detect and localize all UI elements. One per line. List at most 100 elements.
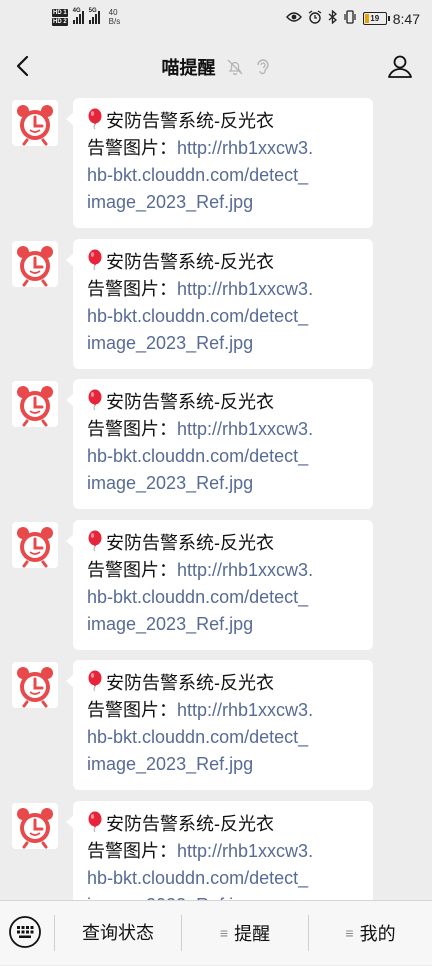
net-speed-value: 40 — [108, 8, 118, 17]
message-line-2: 告警图片：http://rhb1xxcw3. — [87, 838, 359, 865]
menu-lines-icon: ≡ — [219, 925, 229, 941]
image-link-continued[interactable]: image_2023_Ref.jpg — [87, 751, 359, 778]
alarm-clock-avatar-icon[interactable] — [12, 662, 58, 708]
message-line-1: 安防告警系统-反光衣 — [87, 249, 359, 276]
message-line-2: 告警图片：http://rhb1xxcw3. — [87, 135, 359, 162]
menu-mine-label: 我的 — [359, 924, 396, 944]
alarm-clock-avatar-icon[interactable] — [12, 521, 58, 568]
message-prefix: 安防告警系统-反光衣 — [106, 111, 274, 131]
bell-off-icon — [226, 58, 244, 81]
message-item: 安防告警系统-反光衣 告警图片：http://rhb1xxcw3. hb-bkt.c… — [0, 94, 432, 228]
bluetooth-icon — [328, 9, 337, 27]
image-link-continued[interactable]: image_2023_Ref.jpg — [87, 330, 359, 357]
image-link-continued[interactable]: hb-bkt.clouddn.com/detect_ — [87, 162, 359, 189]
message-line-1: 安防告警系统-反光衣 — [87, 670, 359, 697]
message-line-2: 告警图片：http://rhb1xxcw3. — [87, 697, 359, 724]
menu-mine[interactable]: ≡ 我的 — [309, 901, 432, 965]
signal-1-icon: 4G — [72, 8, 84, 24]
balloon-icon — [87, 811, 103, 833]
message-prefix: 安防告警系统-反光衣 — [106, 813, 274, 834]
message-bubble[interactable]: 安防告警系统-反光衣 告警图片：http://rhb1xxcw3. hb-bkt.c… — [66, 379, 373, 509]
hd2-badge: HD 2 — [52, 17, 68, 26]
message-prefix: 安防告警系统-反光衣 — [106, 673, 274, 693]
message-label: 告警图片： — [87, 419, 177, 439]
message-label: 告警图片： — [87, 559, 177, 580]
image-link-continued[interactable]: hb-bkt.clouddn.com/detect_ — [87, 584, 359, 611]
alarm-clock-avatar-icon[interactable] — [12, 381, 58, 427]
menu-query-status[interactable]: 查询状态 — [55, 901, 181, 965]
message-label: 告警图片： — [87, 840, 177, 861]
keyboard-button[interactable] — [8, 915, 42, 949]
message-line-2: 告警图片：http://rhb1xxcw3. — [87, 557, 359, 584]
image-link[interactable]: http://rhb1xxcw3. — [177, 138, 313, 158]
page-title: 喵提醒 — [161, 58, 216, 78]
message-item: 安防告警系统-反光衣 告警图片：http://rhb1xxcw3. hb-bkt.c… — [0, 516, 432, 650]
menu-reminder-label: 提醒 — [234, 924, 271, 944]
message-bubble[interactable]: 安防告警系统-反光衣 告警图片：http://rhb1xxcw3. hb-bkt.c… — [66, 800, 373, 901]
bottom-bar: 查询状态 ≡ 提醒 ≡ 我的 — [0, 900, 432, 965]
alarm-icon — [308, 10, 322, 27]
alarm-clock-avatar-icon[interactable] — [12, 240, 58, 287]
status-right: 19 8:47 — [285, 9, 420, 27]
image-link[interactable]: http://rhb1xxcw3. — [177, 841, 313, 861]
nav-bar: 喵提醒 — [0, 38, 432, 94]
vibrate-icon — [343, 10, 357, 27]
message-label: 告警图片： — [87, 700, 177, 720]
image-link-continued[interactable]: image_2023_Ref.jpg — [87, 470, 359, 497]
image-link-continued[interactable]: hb-bkt.clouddn.com/detect_ — [87, 443, 359, 470]
message-label: 告警图片： — [87, 278, 177, 299]
hd-indicators: HD 1 HD 2 — [52, 8, 68, 26]
balloon-icon — [87, 530, 103, 552]
balloon-icon — [87, 670, 103, 692]
message-list[interactable]: 安防告警系统-反光衣 告警图片：http://rhb1xxcw3. hb-bkt.c… — [0, 94, 432, 900]
image-link[interactable]: http://rhb1xxcw3. — [177, 560, 313, 580]
message-prefix: 安防告警系统-反光衣 — [106, 392, 274, 412]
message-line-1: 安防告警系统-反光衣 — [87, 108, 359, 135]
message-prefix: 安防告警系统-反光衣 — [106, 251, 274, 272]
image-link-continued[interactable]: hb-bkt.clouddn.com/detect_ — [87, 303, 359, 330]
message-item: 安防告警系统-反光衣 告警图片：http://rhb1xxcw3. hb-bkt.c… — [0, 797, 432, 901]
person-icon — [388, 55, 412, 78]
message-label: 告警图片： — [87, 138, 177, 158]
alarm-clock-avatar-icon[interactable] — [12, 100, 58, 146]
message-line-1: 安防告警系统-反光衣 — [87, 389, 359, 416]
profile-button[interactable] — [386, 52, 414, 80]
image-link-continued[interactable]: image_2023_Ref.jpg — [87, 189, 359, 216]
balloon-icon — [87, 108, 103, 130]
alarm-clock-avatar-icon[interactable] — [12, 802, 58, 849]
message-line-1: 安防告警系统-反光衣 — [87, 811, 359, 838]
balloon-icon — [87, 249, 103, 271]
message-line-2: 告警图片：http://rhb1xxcw3. — [87, 416, 359, 443]
net-speed: 40 B/s — [109, 8, 121, 26]
message-prefix: 安防告警系统-反光衣 — [106, 532, 274, 553]
image-link[interactable]: http://rhb1xxcw3. — [177, 279, 313, 299]
image-link[interactable]: http://rhb1xxcw3. — [177, 419, 313, 439]
status-bar: HD 1 HD 2 4G 5G 40 B/s 19 8:47 — [0, 0, 432, 38]
clock: 8:47 — [392, 10, 420, 27]
hd1-badge: HD 1 — [52, 8, 68, 17]
image-link-continued[interactable]: hb-bkt.clouddn.com/detect_ — [87, 724, 359, 751]
battery-level: 19 — [370, 14, 380, 23]
net-speed-unit: B/s — [108, 17, 121, 26]
image-link-continued[interactable]: hb-bkt.clouddn.com/detect_ — [87, 865, 359, 892]
message-item: 安防告警系统-反光衣 告警图片：http://rhb1xxcw3. hb-bkt.c… — [0, 375, 432, 509]
ear-icon — [254, 58, 270, 81]
balloon-icon — [87, 389, 103, 411]
image-link-continued[interactable]: image_2023_Ref.jpg — [87, 611, 359, 638]
message-item: 安防告警系统-反光衣 告警图片：http://rhb1xxcw3. hb-bkt.c… — [0, 235, 432, 369]
image-link-continued[interactable]: image_2023_Ref.jpg — [87, 892, 359, 901]
image-link[interactable]: http://rhb1xxcw3. — [177, 700, 313, 720]
menu-reminder[interactable]: ≡ 提醒 — [182, 901, 308, 965]
message-bubble[interactable]: 安防告警系统-反光衣 告警图片：http://rhb1xxcw3. hb-bkt.c… — [66, 98, 373, 228]
eye-icon — [285, 11, 302, 26]
message-bubble[interactable]: 安防告警系统-反光衣 告警图片：http://rhb1xxcw3. hb-bkt.c… — [66, 238, 373, 369]
message-item: 安防告警系统-反光衣 告警图片：http://rhb1xxcw3. hb-bkt.c… — [0, 656, 432, 790]
signal-2-icon: 5G — [88, 8, 100, 24]
message-line-2: 告警图片：http://rhb1xxcw3. — [87, 276, 359, 303]
battery-icon: 19 — [362, 12, 390, 25]
status-left: HD 1 HD 2 4G 5G 40 B/s — [52, 8, 120, 26]
title-area: 喵提醒 — [0, 54, 432, 81]
message-bubble[interactable]: 安防告警系统-反光衣 告警图片：http://rhb1xxcw3. hb-bkt.c… — [66, 660, 373, 790]
message-bubble[interactable]: 安防告警系统-反光衣 告警图片：http://rhb1xxcw3. hb-bkt.c… — [66, 519, 373, 650]
menu-lines-icon: ≡ — [345, 925, 354, 941]
